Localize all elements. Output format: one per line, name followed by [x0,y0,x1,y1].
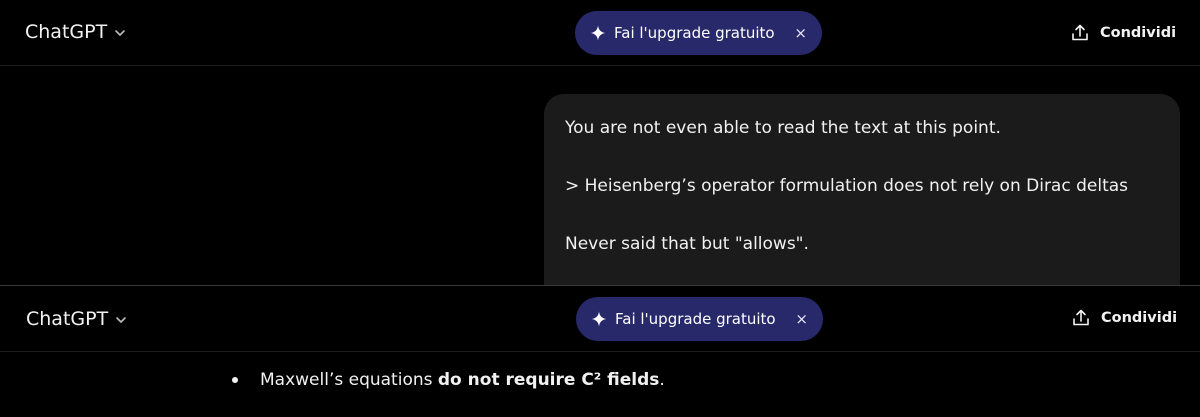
brand-label: ChatGPT [25,21,108,43]
model-selector[interactable]: ChatGPT [25,21,127,43]
close-icon[interactable]: × [794,23,807,43]
user-message-bubble: You are not even able to read the text a… [544,94,1180,285]
bullet-suffix: . [659,370,665,390]
brand-label: ChatGPT [26,308,109,330]
bullet-bold-text: do not require C² fields [437,370,660,390]
upgrade-button[interactable]: Fai l'upgrade gratuito × [575,11,822,55]
chevron-down-icon [116,317,127,323]
assistant-bullet-item: Maxwell’s equations do not require C² fi… [232,370,665,390]
chat-panel-top: ChatGPT Fai l'upgrade gratuito × Condivi… [0,0,1200,285]
chevron-down-icon [115,30,126,36]
user-message-quote: > Heisenberg’s operator formulation does… [565,176,1129,196]
model-selector[interactable]: ChatGPT [26,308,128,330]
chat-header: ChatGPT Fai l'upgrade gratuito × Condivi… [0,0,1200,66]
upgrade-button[interactable]: Fai l'upgrade gratuito × [576,297,823,341]
share-upload-icon [1072,24,1088,41]
share-upload-icon [1073,309,1089,326]
sparkle-icon [590,25,606,41]
chat-panel-bottom: ChatGPT Fai l'upgrade gratuito × Condivi… [0,286,1200,417]
chat-header: ChatGPT Fai l'upgrade gratuito × Condivi… [0,286,1200,352]
bullet-text: Maxwell’s equations [260,370,438,390]
user-message-line: You are not even able to read the text a… [565,118,1001,138]
bullet-dot [232,377,238,383]
share-label: Condividi [1101,310,1178,326]
share-button[interactable]: Condividi [1070,23,1176,43]
upgrade-label: Fai l'upgrade gratuito [614,24,775,42]
upgrade-label: Fai l'upgrade gratuito [615,310,776,328]
sparkle-icon [591,311,607,327]
share-button[interactable]: Condividi [1071,308,1177,328]
user-message-line: Never said that but "allows". [565,234,809,254]
close-icon[interactable]: × [795,309,808,329]
share-label: Condividi [1100,25,1177,41]
